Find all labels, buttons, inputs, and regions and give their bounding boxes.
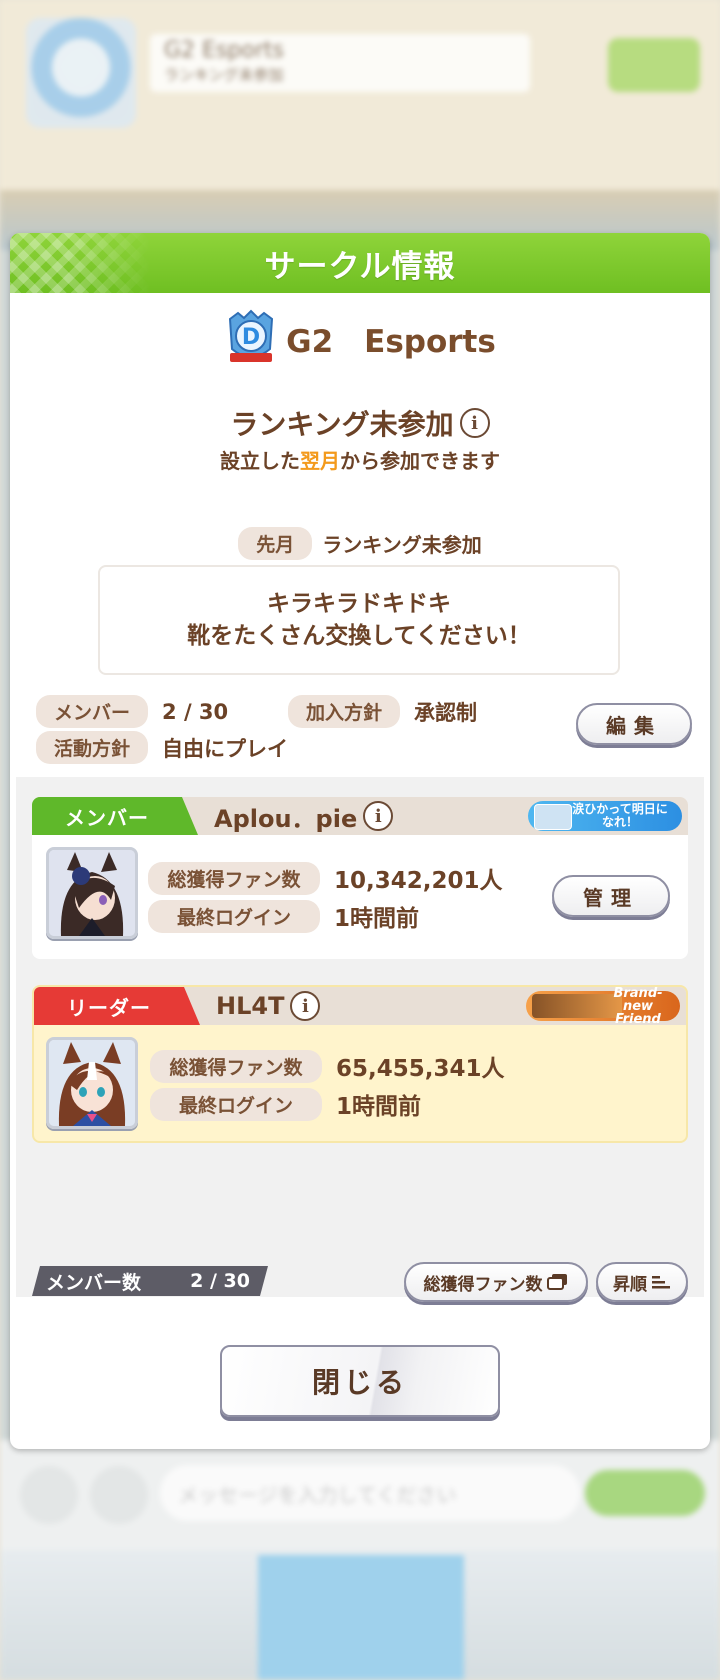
sort-key-label: 総獲得ファン数 (423, 1274, 543, 1295)
activity-stat: 活動方針 自由にプレイ (36, 731, 288, 764)
members-label: メンバー (36, 695, 149, 728)
circle-name: G2 Esports (286, 323, 496, 360)
join-policy-value: 承認制 (414, 700, 478, 725)
bg-item-icon (90, 1466, 148, 1524)
login-value: 1時間前 (334, 906, 420, 932)
sort-order-label: 昇順 (613, 1274, 647, 1295)
manage-button[interactable]: 管理 (552, 875, 670, 917)
ranking-note-post: から参加できます (340, 449, 500, 473)
svg-text:D: D (242, 325, 260, 350)
member-avatar[interactable] (46, 847, 138, 939)
leader-name-row: HL4T i (216, 991, 321, 1021)
fans-value: 10,342,201人 (334, 868, 503, 894)
title-badge: 涙ひかって明日になれ！ (528, 801, 682, 831)
modal-header: サークル情報 (10, 233, 710, 293)
bg-chat-placeholder: メッセージを入力してください (178, 1483, 457, 1507)
member-name: Aplou．pie (214, 804, 358, 833)
circle-message: キラキラドキドキ 靴をたくさん交換してください！ (98, 565, 620, 675)
message-line-1: キラキラドキドキ (267, 591, 451, 617)
bg-green-button (608, 38, 700, 92)
sort-order-icon (652, 1276, 670, 1289)
sort-key-icon (546, 1274, 567, 1290)
ranking-status-row: ランキング未参加 i (10, 403, 710, 443)
fans-row: 総獲得ファン数 10,342,201人 (148, 861, 503, 895)
join-policy-stat: 加入方針 承認制 (288, 695, 477, 728)
trainer-portrait-icon (49, 850, 135, 936)
member-card-body: 総獲得ファン数 10,342,201人 最終ログイン 1時間前 管理 (32, 835, 688, 959)
ranking-note-highlight: 翌月 (300, 449, 340, 473)
badge-thumbnail-icon (532, 994, 622, 1018)
message-line-2: 靴をたくさん交換してください！ (187, 623, 531, 649)
title-badge: Brand-new Friend (526, 987, 680, 1026)
circle-emblem-icon: D (229, 309, 274, 362)
bg-send-button (585, 1470, 705, 1516)
login-label: 最終ログイン (148, 899, 320, 933)
leader-info-icon[interactable]: i (290, 991, 321, 1021)
role-tag-member: メンバー (32, 797, 198, 835)
fans-value: 65,455,341人 (336, 1056, 505, 1082)
member-count-label: メンバー数 (46, 1271, 142, 1294)
badge-thumbnail-icon (534, 804, 572, 830)
activity-label: 活動方針 (36, 731, 149, 764)
fans-label: 総獲得ファン数 (148, 861, 320, 895)
activity-value: 自由にプレイ (162, 736, 289, 761)
member-card[interactable]: メンバー Aplou．pie i 涙ひかって明日になれ！ 総獲得ファン数 10,… (32, 797, 688, 959)
last-month-row: 先月 ランキング未参加 (10, 527, 710, 560)
leader-card[interactable]: リーダー HL4T i Brand-new Friend 総獲得ファン数 65,… (32, 985, 688, 1143)
member-count-value: 2 / 30 (190, 1270, 250, 1292)
trainer-portrait-icon (49, 1040, 135, 1126)
join-policy-label: 加入方針 (288, 695, 401, 728)
member-card-header: メンバー Aplou．pie i 涙ひかって明日になれ！ (32, 797, 688, 835)
login-row: 最終ログイン 1時間前 (148, 899, 419, 933)
bg-stamp-icon (20, 1466, 78, 1524)
bg-circle-title: G2 Esports ランキング未参加 (150, 34, 530, 92)
fans-label: 総獲得ファン数 (150, 1049, 322, 1083)
sort-order-button[interactable]: 昇順 (596, 1262, 688, 1302)
ranking-note-pre: 設立した (220, 449, 300, 473)
header-pattern (10, 233, 150, 293)
circle-name-row: D G2 Esports (10, 309, 710, 367)
leader-card-body: 総獲得ファン数 65,455,341人 最終ログイン 1時間前 (34, 1025, 686, 1141)
ranking-note: 設立した翌月から参加できます (10, 445, 710, 474)
leader-name: HL4T (216, 992, 285, 1020)
fans-row: 総獲得ファン数 65,455,341人 (150, 1049, 505, 1083)
member-count-bar: メンバー数 2 / 30 (32, 1266, 268, 1296)
ranking-info-icon[interactable]: i (459, 408, 490, 438)
title-badge-text: Brand-new Friend (613, 985, 663, 1027)
sort-key-button[interactable]: 総獲得ファン数 (404, 1262, 588, 1302)
login-label: 最終ログイン (150, 1087, 322, 1121)
member-info-icon[interactable]: i (363, 801, 394, 831)
last-month-label: 先月 (238, 527, 313, 560)
role-label: リーダー (67, 995, 151, 1020)
modal-title: サークル情報 (264, 248, 456, 285)
leader-avatar[interactable] (46, 1037, 138, 1129)
close-button[interactable]: 閉じる (220, 1345, 500, 1417)
title-badge-text: 涙ひかって明日になれ！ (572, 802, 668, 829)
members-stat: メンバー 2 / 30 (36, 695, 228, 728)
bg-circle-emblem-icon (26, 18, 136, 128)
bg-chat-input: メッセージを入力してください (160, 1465, 580, 1521)
bg-circle-name: G2 Esports (164, 38, 284, 63)
role-tag-leader: リーダー (34, 987, 200, 1025)
login-value: 1時間前 (336, 1094, 422, 1120)
leader-card-header: リーダー HL4T i Brand-new Friend (34, 987, 686, 1026)
bg-rank-sub: ランキング未参加 (164, 66, 284, 84)
bg-nav-home (258, 1555, 464, 1680)
edit-button[interactable]: 編集 (576, 703, 692, 745)
last-month-value: ランキング未参加 (322, 533, 482, 557)
members-value: 2 / 30 (162, 699, 229, 724)
member-name-row: Aplou．pie i (214, 799, 394, 834)
role-label: メンバー (65, 805, 149, 830)
login-row: 最終ログイン 1時間前 (150, 1087, 421, 1121)
ranking-status: ランキング未参加 (230, 408, 454, 441)
